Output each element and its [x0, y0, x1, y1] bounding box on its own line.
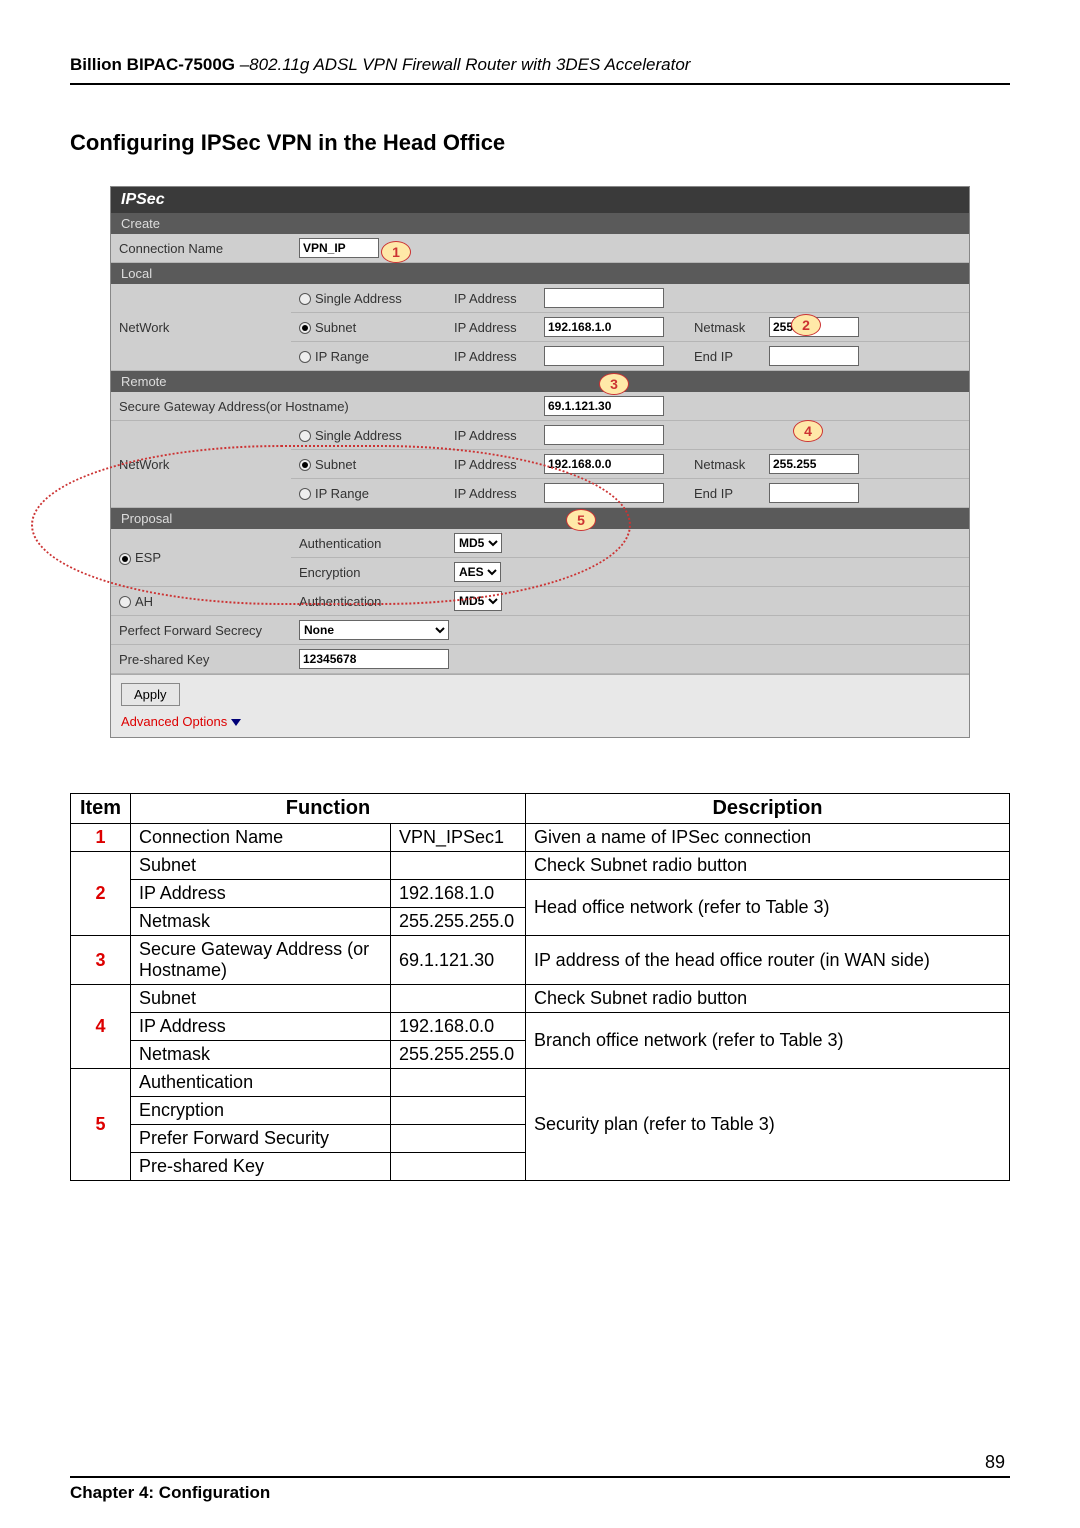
bottom-rule [70, 1476, 1010, 1478]
chevron-down-icon [231, 719, 241, 726]
sgw-input[interactable] [544, 396, 664, 416]
product-desc: –802.11g ADSL VPN Firewall Router with 3… [235, 55, 690, 74]
remote-range-ip[interactable] [544, 483, 664, 503]
local-network-label: NetWork [111, 284, 291, 371]
th-item: Item [71, 794, 131, 824]
callout-2: 2 [791, 314, 821, 336]
description-table: Item Function Description 1 Connection N… [70, 793, 1010, 1181]
callout-4: 4 [793, 420, 823, 442]
pfs-select[interactable]: None [299, 620, 449, 640]
remote-network-label: NetWork [111, 421, 291, 508]
panel-remote: Remote [111, 371, 969, 392]
page-number: 89 [985, 1452, 1005, 1473]
esp-auth-select[interactable]: MD5 [454, 533, 502, 553]
conn-name-label: Connection Name [111, 234, 291, 263]
local-single-ip[interactable] [544, 288, 664, 308]
section-title: Configuring IPSec VPN in the Head Office [70, 130, 1010, 156]
panel-proposal: Proposal [111, 508, 969, 529]
pfs-label: Perfect Forward Secrecy [111, 616, 291, 645]
chapter-footer: Chapter 4: Configuration [70, 1483, 270, 1503]
remote-subnet-radio[interactable] [299, 459, 311, 471]
callout-5: 5 [566, 509, 596, 531]
product-name: Billion BIPAC-7500G [70, 55, 235, 74]
panel-local: Local [111, 263, 969, 284]
local-endip[interactable] [769, 346, 859, 366]
th-function: Function [131, 794, 526, 824]
local-subnet-ip[interactable] [544, 317, 664, 337]
psk-input[interactable] [299, 649, 449, 669]
remote-single-radio[interactable] [299, 430, 311, 442]
remote-endip[interactable] [769, 483, 859, 503]
panel-title: IPSec [111, 187, 969, 213]
esp-radio[interactable] [119, 553, 131, 565]
ipsec-panel: 1 2 3 4 5 IPSec Create Connection Name L… [110, 186, 970, 738]
advanced-options-link[interactable]: Advanced Options [111, 712, 969, 737]
local-range-radio[interactable] [299, 351, 311, 363]
local-range-ip[interactable] [544, 346, 664, 366]
sgw-label: Secure Gateway Address(or Hostname) [111, 392, 536, 421]
local-subnet-radio[interactable] [299, 322, 311, 334]
ah-auth-select[interactable]: MD5 [454, 591, 502, 611]
th-description: Description [526, 794, 1010, 824]
remote-range-radio[interactable] [299, 488, 311, 500]
callout-3: 3 [599, 373, 629, 395]
panel-create: Create [111, 213, 969, 234]
top-rule [70, 83, 1010, 85]
conn-name-input[interactable] [299, 238, 379, 258]
esp-enc-select[interactable]: AES [454, 562, 501, 582]
remote-netmask[interactable] [769, 454, 859, 474]
psk-label: Pre-shared Key [111, 645, 291, 674]
local-single-radio[interactable] [299, 293, 311, 305]
remote-single-ip[interactable] [544, 425, 664, 445]
callout-1: 1 [381, 241, 411, 263]
remote-subnet-ip[interactable] [544, 454, 664, 474]
ah-radio[interactable] [119, 596, 131, 608]
apply-button[interactable]: Apply [121, 683, 180, 706]
doc-header: Billion BIPAC-7500G –802.11g ADSL VPN Fi… [70, 55, 1010, 75]
